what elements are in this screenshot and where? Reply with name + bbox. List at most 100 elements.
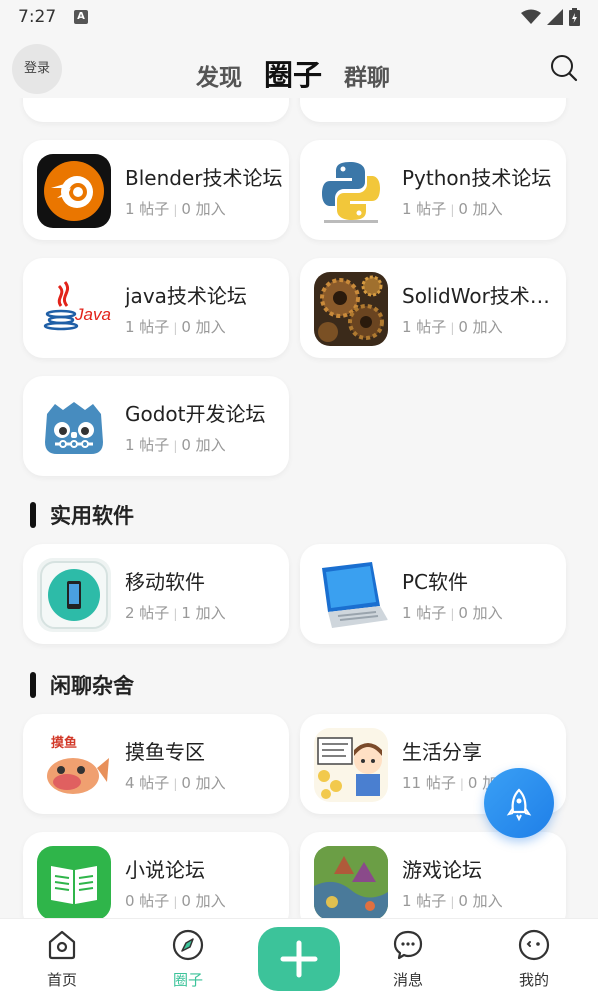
post-count: 1 帖子 — [125, 318, 170, 336]
laptop-icon — [314, 558, 388, 632]
rocket-icon — [506, 788, 532, 822]
section-marker — [30, 672, 36, 698]
post-count: 1 帖子 — [125, 200, 170, 218]
wifi-icon — [521, 9, 541, 24]
nav-label: 我的 — [518, 971, 549, 989]
forum-card-godot[interactable]: Godot开发论坛 1 帖子 | 0 加入 — [23, 376, 289, 476]
home-icon — [48, 930, 76, 960]
forum-stats: 0 帖子 | 0 加入 — [125, 892, 226, 910]
forum-stats: 1 帖子 | 0 加入 — [125, 200, 226, 218]
section-title-text: 闲聊杂舍 — [50, 674, 134, 698]
forum-name: java技术论坛 — [125, 284, 247, 308]
section-title-text: 实用软件 — [50, 504, 134, 528]
forum-card-game[interactable]: 游戏论坛 1 帖子 | 0 加入 — [300, 832, 566, 918]
rocket-fab-button[interactable] — [484, 768, 554, 838]
forum-name: 移动软件 — [125, 570, 205, 594]
join-count: 0 加入 — [181, 436, 226, 454]
book-icon — [37, 846, 111, 918]
search-icon[interactable] — [550, 54, 578, 82]
game-map-icon — [314, 846, 388, 918]
cartoon-boy-icon — [314, 728, 388, 802]
tab-circles[interactable]: 圈子 — [264, 52, 322, 94]
join-count: 0 加入 — [458, 318, 503, 336]
top-header: 登录 发现 圈子 群聊 — [0, 36, 598, 98]
forum-name: 生活分享 — [402, 740, 482, 764]
nav-label: 消息 — [392, 971, 423, 989]
post-count: 4 帖子 — [125, 774, 170, 792]
forum-stats: 1 帖子 | 0 加入 — [125, 318, 226, 336]
java-logo-icon: Java — [37, 272, 111, 346]
thumb-badge: 摸鱼 — [51, 736, 78, 751]
forum-name: Python技术论坛 — [402, 166, 552, 190]
tab-discover[interactable]: 发现 — [196, 58, 242, 92]
add-post-button[interactable] — [258, 927, 340, 991]
tab-group-chat[interactable]: 群聊 — [344, 58, 390, 92]
forum-card-java[interactable]: Java java技术论坛 1 帖子 | 0 加入 — [23, 258, 289, 358]
forum-name: Godot开发论坛 — [125, 402, 266, 426]
join-count: 0 加入 — [458, 604, 503, 622]
section-marker — [30, 502, 36, 528]
forum-name: 小说论坛 — [125, 858, 205, 882]
python-logo-icon — [314, 154, 388, 228]
godot-logo-icon — [37, 390, 111, 464]
section-title-chat: 闲聊杂舍 — [30, 670, 134, 700]
forum-stats: 1 帖子 | 0 加入 — [402, 604, 503, 622]
status-time: 7:27 — [18, 7, 57, 27]
forum-card-novel[interactable]: 小说论坛 0 帖子 | 0 加入 — [23, 832, 289, 918]
join-count: 0 加入 — [458, 200, 503, 218]
forum-stats: 2 帖子 | 1 加入 — [125, 604, 226, 622]
nav-profile[interactable]: 我的 — [494, 929, 574, 990]
forum-name: 游戏论坛 — [402, 858, 482, 882]
nav-label: 首页 — [46, 971, 77, 989]
nav-messages[interactable]: 消息 — [368, 929, 448, 990]
forum-card-python[interactable]: Python技术论坛 1 帖子 | 0 加入 — [300, 140, 566, 240]
forum-stats: 1 帖子 | 0 加入 — [402, 200, 503, 218]
forum-stats: 1 帖子 | 0 加入 — [125, 436, 226, 454]
forum-name: SolidWor技术论坛 — [402, 284, 560, 308]
forum-stats: 4 帖子 | 0 加入 — [125, 774, 226, 792]
top-tabs: 发现 圈子 群聊 — [196, 52, 390, 94]
forum-card-mobile-software[interactable]: 移动软件 2 帖子 | 1 加入 — [23, 544, 289, 644]
post-count: 1 帖子 — [402, 200, 447, 218]
phone-icon — [37, 558, 111, 632]
forum-name: 摸鱼专区 — [125, 740, 205, 764]
fish-cartoon-icon: 摸鱼 — [37, 728, 111, 802]
plus-icon — [280, 940, 318, 978]
forum-stats: 1 帖子 | 0 加入 — [402, 318, 503, 336]
battery-icon — [569, 8, 580, 26]
post-count: 11 帖子 — [402, 774, 456, 792]
post-count: 1 帖子 — [402, 318, 447, 336]
login-button[interactable]: 登录 — [12, 44, 62, 94]
post-count: 1 帖子 — [125, 436, 170, 454]
join-count: 0 加入 — [458, 892, 503, 910]
join-count: 0 加入 — [181, 318, 226, 336]
forum-card-moyu[interactable]: 摸鱼 摸鱼专区 4 帖子 | 0 加入 — [23, 714, 289, 814]
join-count: 1 加入 — [181, 604, 226, 622]
nav-circles[interactable]: 圈子 — [148, 929, 228, 990]
forum-card-pc-software[interactable]: PC软件 1 帖子 | 0 加入 — [300, 544, 566, 644]
bottom-nav: 首页 圈子 消息 我的 — [0, 918, 598, 998]
status-bar: 7:27 A — [0, 0, 598, 36]
join-count: 0 加入 — [181, 892, 226, 910]
signal-icon — [547, 9, 563, 25]
chat-bubble-icon — [393, 930, 423, 960]
face-icon — [518, 929, 550, 961]
post-count: 0 帖子 — [125, 892, 170, 910]
join-count: 0 加入 — [181, 774, 226, 792]
compass-icon — [172, 929, 204, 961]
post-count: 2 帖子 — [125, 604, 170, 622]
svg-text:Java: Java — [74, 305, 111, 324]
forum-card-blender[interactable]: Blender技术论坛 1 帖子 | 0 加入 — [23, 140, 289, 240]
forum-stats: 1 帖子 | 0 加入 — [402, 892, 503, 910]
blender-logo-icon — [37, 154, 111, 228]
nav-home[interactable]: 首页 — [22, 929, 102, 990]
forum-name: PC软件 — [402, 570, 469, 594]
notification-icon: A — [74, 10, 88, 24]
nav-label: 圈子 — [172, 971, 203, 989]
forum-name: Blender技术论坛 — [125, 166, 283, 190]
gears-icon — [314, 272, 388, 346]
join-count: 0 加入 — [181, 200, 226, 218]
forum-card-solidworks[interactable]: SolidWor技术论坛 1 帖子 | 0 加入 — [300, 258, 566, 358]
status-icons — [521, 8, 580, 26]
section-title-software: 实用软件 — [30, 500, 134, 530]
